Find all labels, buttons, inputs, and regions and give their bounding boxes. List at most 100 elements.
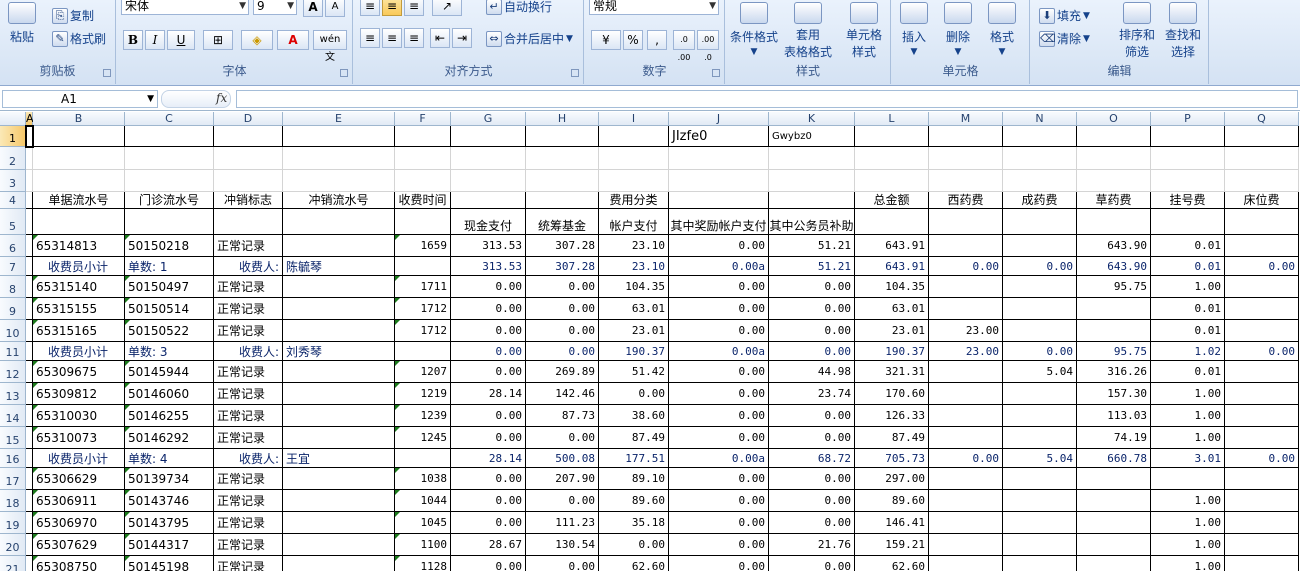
empty-cell[interactable] <box>1077 512 1151 534</box>
cell-g17[interactable]: 0.00 <box>451 468 526 490</box>
cell-d8[interactable]: 正常记录 <box>214 276 283 298</box>
cell-p4[interactable]: 挂号费 <box>1151 192 1225 209</box>
cell-f15[interactable]: 1245 <box>395 427 451 449</box>
cell-g21[interactable]: 0.00 <box>451 556 526 571</box>
empty-cell[interactable] <box>1151 170 1225 192</box>
cell-j13[interactable]: 0.00 <box>669 383 769 405</box>
empty-cell[interactable] <box>1225 170 1299 192</box>
empty-cell[interactable] <box>1077 298 1151 320</box>
cell-d7[interactable]: 收费人: <box>214 257 283 276</box>
empty-cell[interactable] <box>395 147 451 170</box>
cell-a5[interactable] <box>26 209 33 235</box>
fill-color-button[interactable]: ◈ <box>241 30 273 50</box>
cell-k19[interactable]: 0.00 <box>769 512 855 534</box>
empty-cell[interactable] <box>1003 276 1077 298</box>
empty-cell[interactable] <box>395 342 451 361</box>
percent-button[interactable]: % <box>623 30 643 50</box>
cell-i18[interactable]: 89.60 <box>599 490 669 512</box>
cell-p21[interactable]: 1.00 <box>1151 556 1225 571</box>
empty-cell[interactable] <box>283 427 395 449</box>
cell-d13[interactable]: 正常记录 <box>214 383 283 405</box>
cell-c17[interactable]: 50139734 <box>125 468 214 490</box>
cell-j10[interactable]: 0.00 <box>669 320 769 342</box>
empty-cell[interactable] <box>1077 534 1151 556</box>
empty-cell[interactable] <box>1225 534 1299 556</box>
cell-a10[interactable] <box>26 320 33 342</box>
cell-f9[interactable]: 1712 <box>395 298 451 320</box>
cell-d4[interactable]: 冲销标志 <box>214 192 283 209</box>
cell-c8[interactable]: 50150497 <box>125 276 214 298</box>
empty-cell[interactable] <box>929 512 1003 534</box>
font-color-button[interactable]: A <box>277 30 309 50</box>
align-left-button[interactable]: ≡ <box>360 28 380 48</box>
empty-cell[interactable] <box>283 556 395 571</box>
font-name-combo[interactable]: 宋体 ▼ <box>121 0 249 15</box>
empty-cell[interactable] <box>451 147 526 170</box>
cell-k18[interactable]: 0.00 <box>769 490 855 512</box>
column-header-f[interactable]: F <box>395 112 451 126</box>
cell-a8[interactable] <box>26 276 33 298</box>
empty-cell[interactable] <box>769 147 855 170</box>
cell-a1[interactable] <box>26 126 33 147</box>
empty-cell[interactable] <box>599 170 669 192</box>
cell-m11[interactable]: 23.00 <box>929 342 1003 361</box>
cell-a6[interactable] <box>26 235 33 257</box>
cell-c18[interactable]: 50143746 <box>125 490 214 512</box>
empty-cell[interactable] <box>1003 427 1077 449</box>
cell-i13[interactable]: 0.00 <box>599 383 669 405</box>
empty-cell[interactable] <box>1003 126 1077 147</box>
cell-a16[interactable] <box>26 449 33 468</box>
column-header-q[interactable]: Q <box>1225 112 1299 126</box>
fill-button[interactable]: ⬇ 填充 ▼ <box>1039 7 1090 24</box>
cell-k7[interactable]: 51.21 <box>769 257 855 276</box>
cell-i9[interactable]: 63.01 <box>599 298 669 320</box>
empty-cell[interactable] <box>283 320 395 342</box>
find-select-button[interactable]: 查找和 选择 <box>1165 2 1201 60</box>
cell-q11[interactable]: 0.00 <box>1225 342 1299 361</box>
cell-b8[interactable]: 65315140 <box>33 276 125 298</box>
empty-cell[interactable] <box>283 147 395 170</box>
empty-cell[interactable] <box>769 192 855 209</box>
empty-cell[interactable] <box>283 468 395 490</box>
empty-cell[interactable] <box>1151 126 1225 147</box>
cell-j5[interactable]: 其中奖励帐户支付 <box>669 209 769 235</box>
empty-cell[interactable] <box>1225 490 1299 512</box>
empty-cell[interactable] <box>1003 235 1077 257</box>
cell-a2[interactable] <box>26 147 33 170</box>
empty-cell[interactable] <box>1225 209 1299 235</box>
empty-cell[interactable] <box>669 192 769 209</box>
row-header-19[interactable]: 19 <box>0 512 26 534</box>
cell-b11[interactable]: 收费员小计 <box>33 342 125 361</box>
cell-c12[interactable]: 50145944 <box>125 361 214 383</box>
phonetic-button[interactable]: wén 文 <box>313 30 347 63</box>
column-header-l[interactable]: L <box>855 112 929 126</box>
cell-b18[interactable]: 65306911 <box>33 490 125 512</box>
cell-i21[interactable]: 62.60 <box>599 556 669 571</box>
empty-cell[interactable] <box>929 361 1003 383</box>
decrease-indent-button[interactable]: ⇤ <box>430 28 450 48</box>
cell-n4[interactable]: 成药费 <box>1003 192 1077 209</box>
empty-cell[interactable] <box>1077 556 1151 571</box>
cell-n12[interactable]: 5.04 <box>1003 361 1077 383</box>
cell-d15[interactable]: 正常记录 <box>214 427 283 449</box>
cell-h21[interactable]: 0.00 <box>526 556 599 571</box>
row-header-2[interactable]: 2 <box>0 147 26 170</box>
empty-cell[interactable] <box>929 209 1003 235</box>
select-all-corner[interactable] <box>0 112 26 126</box>
cell-h13[interactable]: 142.46 <box>526 383 599 405</box>
cell-f10[interactable]: 1712 <box>395 320 451 342</box>
cell-l15[interactable]: 87.49 <box>855 427 929 449</box>
column-header-c[interactable]: C <box>125 112 214 126</box>
row-header-4[interactable]: 4 <box>0 192 26 209</box>
cell-c9[interactable]: 50150514 <box>125 298 214 320</box>
empty-cell[interactable] <box>33 147 125 170</box>
empty-cell[interactable] <box>1003 383 1077 405</box>
cell-p7[interactable]: 0.01 <box>1151 257 1225 276</box>
empty-cell[interactable] <box>125 170 214 192</box>
cell-p18[interactable]: 1.00 <box>1151 490 1225 512</box>
empty-cell[interactable] <box>1003 147 1077 170</box>
empty-cell[interactable] <box>855 209 929 235</box>
empty-cell[interactable] <box>929 276 1003 298</box>
cell-c16[interactable]: 单数: 4 <box>125 449 214 468</box>
cell-d21[interactable]: 正常记录 <box>214 556 283 571</box>
